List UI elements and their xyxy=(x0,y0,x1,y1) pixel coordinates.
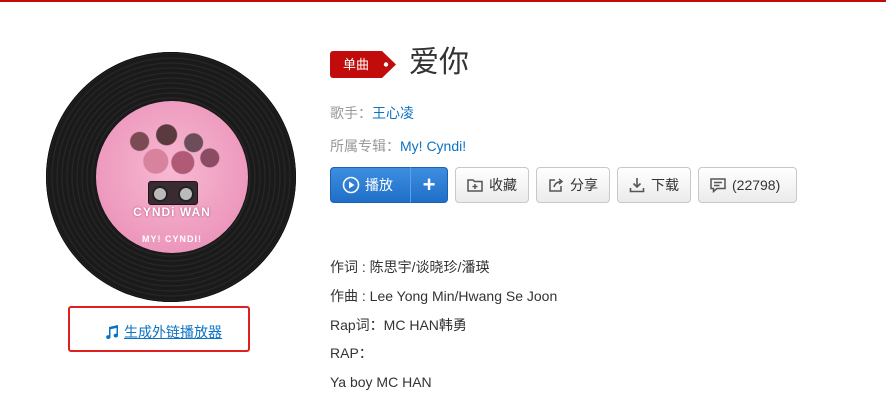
credit-line-rap: RAP： xyxy=(330,345,373,361)
boombox-graphic xyxy=(148,181,198,205)
external-player-link[interactable]: 生成外链播放器 xyxy=(104,322,222,342)
singer-row: 歌手：王心凌 xyxy=(330,103,414,123)
plus-icon: + xyxy=(422,172,436,197)
cover-brand-text: CYNDi WAN xyxy=(133,205,211,219)
singer-link[interactable]: 王心凌 xyxy=(372,105,414,121)
top-accent-bar xyxy=(0,0,886,2)
album-label: 所属专辑： xyxy=(330,138,400,154)
credit-line-rap-lyrics: Rap词：MC HAN韩勇 xyxy=(330,317,467,333)
download-icon xyxy=(629,178,645,193)
play-icon xyxy=(342,176,360,194)
singer-label: 歌手： xyxy=(330,105,372,121)
cover-album-title: MY! CYNDI! xyxy=(142,234,202,244)
album-row: 所属专辑：My! Cyndi! xyxy=(330,136,466,156)
album-link[interactable]: My! Cyndi! xyxy=(400,138,466,154)
download-button[interactable]: 下载 xyxy=(617,167,691,203)
credit-line-rapper: Ya boy MC HAN xyxy=(330,374,432,390)
external-player-label: 生成外链播放器 xyxy=(124,324,222,340)
add-folder-icon xyxy=(467,179,483,192)
credit-line-lyricist: 作词 : 陈思宇/谈晓珍/潘瑛 xyxy=(330,259,490,275)
badge-label: 单曲 xyxy=(342,57,369,72)
play-label: 播放 xyxy=(365,177,393,193)
comment-count: (22798) xyxy=(732,177,781,193)
song-title: 爱你 xyxy=(409,46,469,79)
favorite-button[interactable]: 收藏 xyxy=(455,167,529,203)
play-button[interactable]: 播放 xyxy=(330,167,410,203)
share-button[interactable]: 分享 xyxy=(536,167,610,203)
comment-icon xyxy=(710,178,726,194)
album-cover: CYNDi WAN MY! CYNDI! xyxy=(96,101,248,253)
share-icon xyxy=(549,178,564,192)
favorite-label: 收藏 xyxy=(489,177,517,193)
cover-artwork xyxy=(118,115,226,181)
comments-button[interactable]: (22798) xyxy=(698,167,797,203)
download-label: 下载 xyxy=(651,177,679,193)
single-badge: 单曲 xyxy=(330,51,397,78)
music-note-icon xyxy=(106,325,119,340)
add-to-playlist-button[interactable]: + xyxy=(410,167,448,203)
share-label: 分享 xyxy=(570,177,598,193)
credit-line-composer: 作曲 : Lee Yong Min/Hwang Se Joon xyxy=(330,288,558,304)
